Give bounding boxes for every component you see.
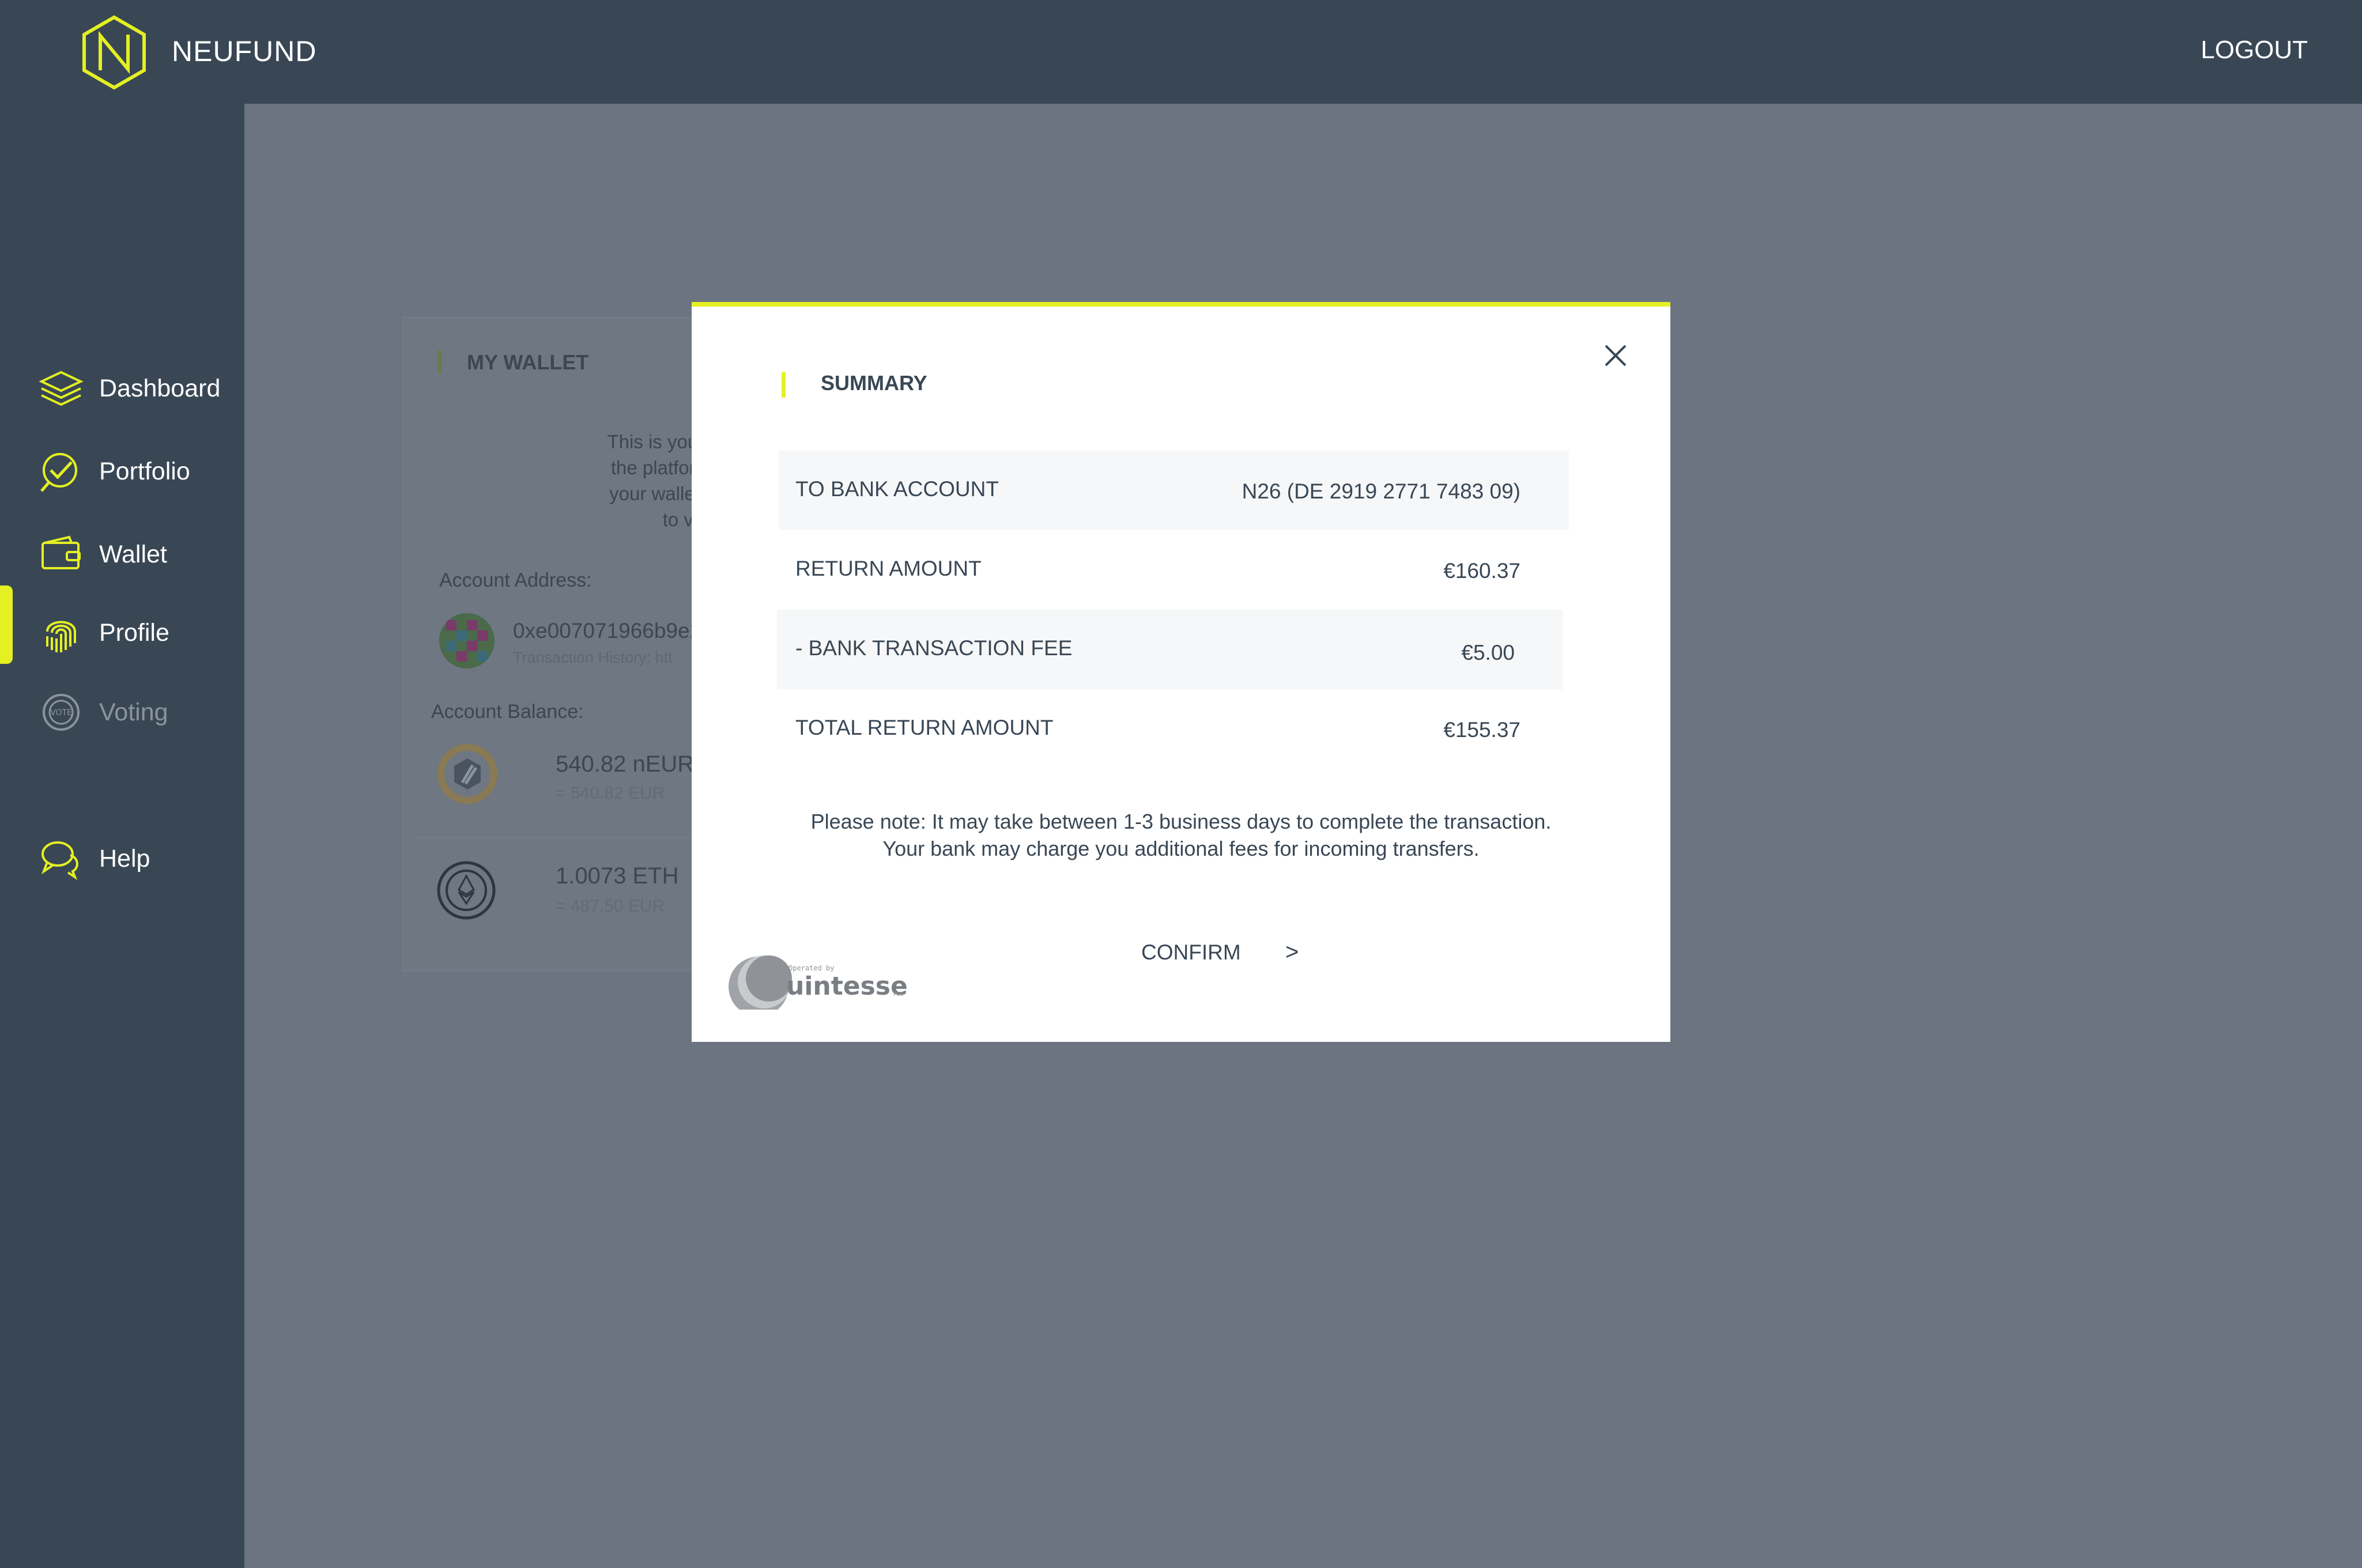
sidebar-item-label: Help [99, 844, 150, 872]
row-value: €5.00 [1461, 641, 1515, 664]
top-bar: NEUFUND LOGOUT [0, 0, 2362, 104]
quintessence-logo: Operated by uintessence PLC [729, 955, 907, 1018]
sidebar-item-dashboard[interactable]: Dashboard [0, 360, 244, 417]
account-address[interactable]: 0xe007071966b9e2 [513, 619, 701, 643]
close-icon[interactable] [1601, 341, 1630, 370]
portfolio-check-icon [40, 453, 77, 492]
summary-modal: SUMMARY TO BANK ACCOUNT N26 (DE 2919 277… [692, 302, 1670, 1042]
sidebar: Dashboard Portfolio Wallet Profile VOTE … [0, 104, 244, 1568]
summary-row-return-amount: RETURN AMOUNT €160.37 [779, 530, 1569, 610]
operator-prefix: Operated by [788, 964, 834, 972]
operator-name: uintessence [786, 972, 907, 1001]
row-value: N26 (DE 2919 2771 7483 09) [1242, 479, 1520, 503]
sidebar-item-label: Wallet [99, 540, 167, 568]
sidebar-item-portfolio[interactable]: Portfolio [0, 443, 244, 500]
row-label: TO BANK ACCOUNT [795, 477, 999, 501]
row-value: €155.37 [1443, 718, 1520, 742]
brand-name: NEUFUND [172, 35, 317, 67]
transaction-history-link[interactable]: Transaction History: htt [513, 649, 673, 667]
modal-title: SUMMARY [821, 371, 927, 395]
svg-text:VOTE: VOTE [50, 708, 72, 717]
wallet-title: MY WALLET [467, 350, 589, 374]
neur-balance: 540.82 nEUR [556, 751, 695, 777]
fingerprint-icon [46, 621, 76, 652]
note-line: Your bank may charge you additional fees… [882, 837, 1480, 860]
sidebar-item-label: Portfolio [99, 457, 190, 485]
neur-coin-icon [437, 744, 497, 804]
transaction-note: Please note: It may take between 1-3 bus… [692, 808, 1670, 862]
sidebar-item-profile[interactable]: Profile [0, 604, 244, 662]
sidebar-item-wallet[interactable]: Wallet [0, 526, 244, 583]
eth-balance-eur: = 487.50 EUR [556, 897, 665, 916]
account-address-label: Account Address: [439, 569, 592, 591]
row-value: €160.37 [1443, 559, 1520, 583]
eth-coin-icon [437, 861, 496, 920]
eth-balance: 1.0073 ETH [556, 863, 679, 889]
chat-bubbles-icon [41, 841, 78, 881]
summary-title-accent [782, 372, 786, 398]
sidebar-item-help[interactable]: Help [0, 830, 244, 887]
sidebar-item-label: Profile [99, 618, 169, 647]
row-label: TOTAL RETURN AMOUNT [795, 716, 1054, 739]
sidebar-item-label: Dashboard [99, 374, 221, 402]
wallet-icon [41, 535, 81, 569]
chevron-right-icon[interactable]: > [1285, 939, 1299, 965]
logout-button[interactable]: LOGOUT [2201, 36, 2308, 65]
summary-row-total: TOTAL RETURN AMOUNT €155.37 [779, 689, 1569, 769]
account-balance-label: Account Balance: [431, 701, 584, 723]
summary-row-bank-account: TO BANK ACCOUNT N26 (DE 2919 2771 7483 0… [779, 451, 1569, 530]
neur-balance-eur: = 540.82 EUR [556, 784, 665, 803]
layers-icon [39, 371, 84, 406]
identicon-avatar [439, 613, 495, 668]
sidebar-item-voting[interactable]: VOTE Voting [0, 683, 244, 741]
operator-suffix: PLC [893, 991, 904, 998]
note-line: Please note: It may take between 1-3 bus… [810, 810, 1552, 833]
neufund-logo-icon[interactable] [81, 15, 148, 90]
confirm-button[interactable]: CONFIRM [1141, 940, 1241, 965]
row-label: RETURN AMOUNT [795, 557, 982, 580]
vote-badge-icon: VOTE [43, 694, 80, 731]
sidebar-item-label: Voting [99, 698, 168, 726]
summary-row-fee: - BANK TRANSACTION FEE €5.00 [777, 610, 1563, 689]
row-label: - BANK TRANSACTION FEE [795, 636, 1073, 660]
wallet-title-accent [438, 350, 442, 373]
